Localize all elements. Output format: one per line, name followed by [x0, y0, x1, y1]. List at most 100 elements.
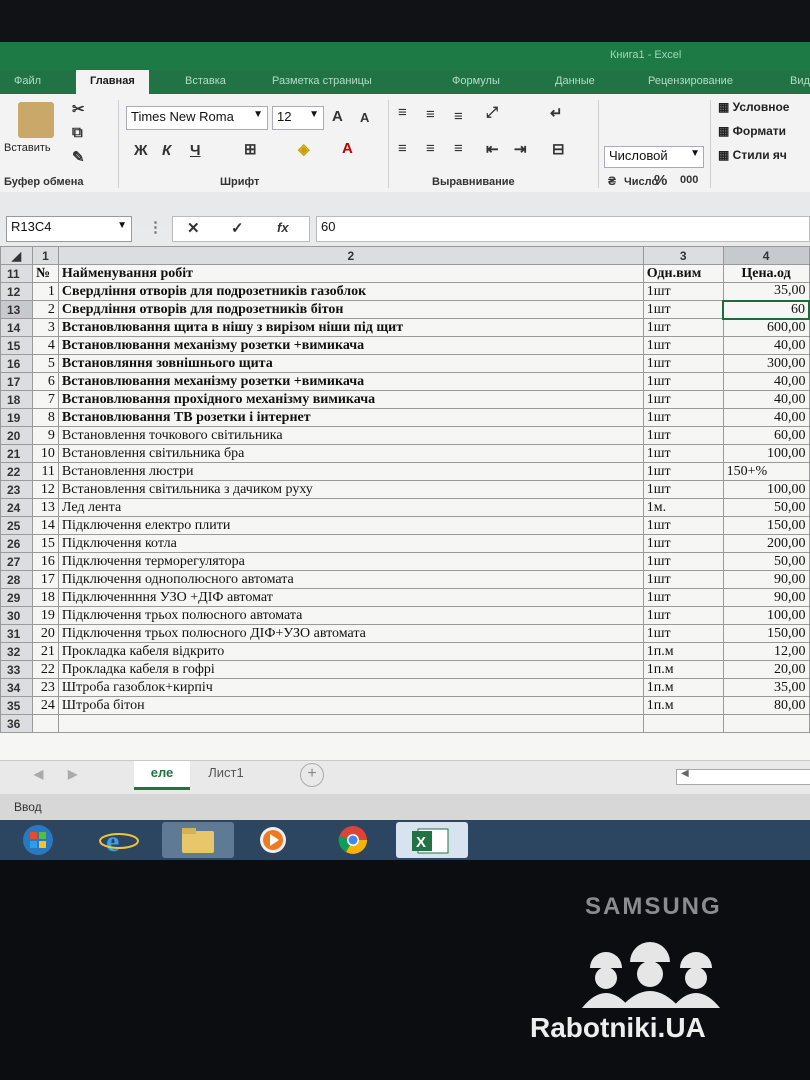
borders-icon[interactable]: ⊞: [244, 140, 257, 158]
row-header[interactable]: 18: [0, 390, 33, 409]
cell-number[interactable]: 4: [31, 336, 59, 355]
cell-price[interactable]: 150,00: [722, 516, 810, 535]
merge-cells-icon[interactable]: ⊟: [552, 140, 565, 158]
tab-insert[interactable]: Вставка: [185, 75, 226, 87]
cell-number[interactable]: 8: [31, 408, 59, 427]
cell-work-name[interactable]: Підключення терморегулятора: [57, 552, 644, 571]
cell-unit[interactable]: 1шт: [642, 534, 724, 553]
cell[interactable]: Найменування робіт: [57, 264, 644, 283]
increase-font-icon[interactable]: A: [332, 108, 343, 125]
cell-number[interactable]: 17: [31, 570, 59, 589]
cell-unit[interactable]: 1шт: [642, 426, 724, 445]
cell-unit[interactable]: 1шт: [642, 300, 724, 319]
align-right-icon[interactable]: ≡: [454, 140, 463, 157]
cell-unit[interactable]: 1шт: [642, 552, 724, 571]
tab-page-layout[interactable]: Разметка страницы: [272, 75, 372, 87]
name-box[interactable]: R13C4 ▼: [6, 216, 132, 242]
cell-number[interactable]: 2: [31, 300, 59, 319]
row-header[interactable]: 25: [0, 516, 33, 535]
row-header[interactable]: 29: [0, 588, 33, 607]
cell-work-name[interactable]: Встановлення світильника бра: [57, 444, 644, 463]
tab-view[interactable]: Вид: [790, 75, 810, 87]
row-header[interactable]: 16: [0, 354, 33, 373]
cell[interactable]: Одн.вим: [642, 264, 724, 283]
cell-price[interactable]: 150+%: [722, 462, 810, 481]
bold-button[interactable]: Ж: [134, 142, 148, 159]
row-header[interactable]: 13: [0, 300, 33, 319]
cell-number[interactable]: 9: [31, 426, 59, 445]
column-header[interactable]: 1: [31, 246, 59, 265]
tab-home[interactable]: Главная: [76, 70, 149, 94]
cell-price[interactable]: 40,00: [722, 336, 810, 355]
cell-price[interactable]: 60,00: [722, 426, 810, 445]
align-left-icon[interactable]: ≡: [398, 140, 407, 157]
currency-icon[interactable]: ₴: [608, 174, 616, 188]
row-header[interactable]: 33: [0, 660, 33, 679]
font-size-select[interactable]: 12 ▼: [272, 106, 324, 130]
row-header[interactable]: 28: [0, 570, 33, 589]
cell-price[interactable]: 35,00: [722, 678, 810, 697]
cell-price[interactable]: 12,00: [722, 642, 810, 661]
row-header[interactable]: 22: [0, 462, 33, 481]
cell-unit[interactable]: 1п.м: [642, 660, 724, 679]
number-format-select[interactable]: Числовой ▼: [604, 146, 704, 168]
format-as-table-button[interactable]: ▦ Формати: [718, 124, 786, 138]
cell-work-name[interactable]: Встановлювання ТВ розетки і інтернет: [57, 408, 644, 427]
row-header[interactable]: 12: [0, 282, 33, 301]
increase-indent-icon[interactable]: ⇥: [514, 140, 527, 158]
cell-work-name[interactable]: Штроба газоблок+кирпіч: [57, 678, 644, 697]
cell-number[interactable]: 23: [31, 678, 59, 697]
cell-price[interactable]: 150,00: [722, 624, 810, 643]
cell-price[interactable]: 100,00: [722, 444, 810, 463]
cell-unit[interactable]: 1м.: [642, 498, 724, 517]
cell-unit[interactable]: 1шт: [642, 606, 724, 625]
align-center-icon[interactable]: ≡: [426, 140, 435, 157]
cell-unit[interactable]: 1шт: [642, 624, 724, 643]
cell-work-name[interactable]: Підключення електро плити: [57, 516, 644, 535]
cell-price[interactable]: 40,00: [722, 372, 810, 391]
conditional-formatting-button[interactable]: ▦ Условное: [718, 100, 789, 114]
cell-unit[interactable]: 1шт: [642, 390, 724, 409]
cell-unit[interactable]: 1п.м: [642, 696, 724, 715]
taskbar-explorer[interactable]: [162, 822, 234, 858]
row-header[interactable]: 14: [0, 318, 33, 337]
cell-number[interactable]: 15: [31, 534, 59, 553]
row-header[interactable]: 34: [0, 678, 33, 697]
sheet-tab-active[interactable]: еле: [134, 761, 190, 790]
cell-work-name[interactable]: Встановлювання механізму розетки +вимика…: [57, 336, 644, 355]
horizontal-scrollbar[interactable]: ◀: [676, 768, 810, 785]
cell-price[interactable]: 40,00: [722, 390, 810, 409]
enter-icon[interactable]: ✓: [231, 219, 244, 237]
thousands-button[interactable]: 000: [680, 174, 698, 186]
cell-price[interactable]: 50,00: [722, 552, 810, 571]
row-header[interactable]: 11: [0, 264, 33, 283]
cell-work-name[interactable]: Встановлення люстри: [57, 462, 644, 481]
cell-unit[interactable]: 1шт: [642, 372, 724, 391]
cell-unit[interactable]: 1шт: [642, 480, 724, 499]
cell-number[interactable]: 7: [31, 390, 59, 409]
cell-unit[interactable]: 1шт: [642, 318, 724, 337]
cell[interactable]: [642, 714, 724, 733]
cell-price[interactable]: 100,00: [722, 480, 810, 499]
cell-number[interactable]: 11: [31, 462, 59, 481]
font-color-icon[interactable]: A: [342, 140, 353, 157]
cell-unit[interactable]: 1п.м: [642, 642, 724, 661]
cell-work-name[interactable]: Встановлювання прохідного механізму вими…: [57, 390, 644, 409]
cell-unit[interactable]: 1шт: [642, 282, 724, 301]
decrease-indent-icon[interactable]: ⇤: [486, 140, 499, 158]
cell-number[interactable]: 3: [31, 318, 59, 337]
cell-number[interactable]: 13: [31, 498, 59, 517]
sheet-tab[interactable]: Лист1: [196, 765, 256, 780]
row-header[interactable]: 26: [0, 534, 33, 553]
cell[interactable]: [57, 714, 644, 733]
cell[interactable]: [722, 714, 810, 733]
cell-unit[interactable]: 1шт: [642, 462, 724, 481]
orientation-icon[interactable]: ⤢: [486, 104, 498, 121]
align-top-icon[interactable]: ≡: [398, 104, 407, 121]
cell-unit[interactable]: 1шт: [642, 444, 724, 463]
insert-function-icon[interactable]: fx: [277, 220, 289, 235]
cell-unit[interactable]: 1шт: [642, 588, 724, 607]
cell-unit[interactable]: 1шт: [642, 570, 724, 589]
cell-unit[interactable]: 1шт: [642, 336, 724, 355]
cell-work-name[interactable]: Встановлювання щита в нішу з вирізом ніш…: [57, 318, 644, 337]
